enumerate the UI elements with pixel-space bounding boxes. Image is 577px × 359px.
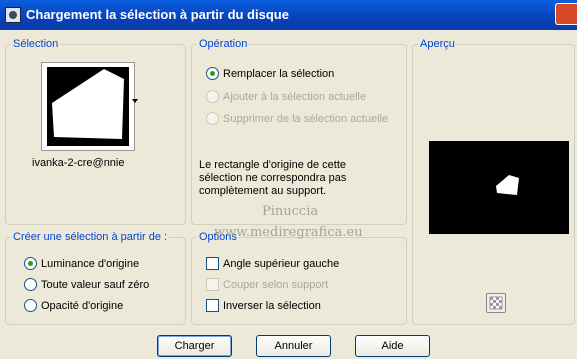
selection-filename: ivanka-2-cre@nnie [32, 157, 125, 169]
window-title: Chargement la sélection à partir du disq… [26, 7, 289, 22]
create-from-group: Créer une sélection à partir de : Lumina… [5, 231, 186, 325]
chevron-down-icon[interactable] [132, 99, 140, 105]
close-button[interactable] [555, 3, 577, 25]
operation-note: Le rectangle d'origine de cette sélectio… [199, 159, 347, 197]
preview-group-title: Aperçu [418, 38, 457, 51]
operation-group: Opération Remplacer la sélection Ajouter… [191, 38, 407, 225]
selection-group-title: Sélection [11, 38, 61, 51]
load-button[interactable]: Charger [157, 335, 232, 357]
checkerboard-icon [489, 296, 503, 310]
preview-canvas [429, 141, 569, 234]
operation-group-title: Opération [197, 38, 250, 51]
title-bar: Chargement la sélection à partir du disq… [0, 0, 577, 30]
selection-group: Sélection ivanka-2-cre@nnie [5, 38, 186, 225]
preview-group: Aperçu [412, 38, 575, 325]
help-button[interactable]: Aide [355, 335, 430, 357]
app-icon [5, 7, 21, 23]
transparency-toggle-button[interactable] [486, 293, 506, 313]
watermark-url: www.mediregrafica.eu [214, 225, 363, 240]
options-group: Options Angle supérieur gauche Couper se… [191, 231, 407, 325]
watermark-name: Pinuccia [262, 204, 319, 219]
cancel-button[interactable]: Annuler [256, 335, 331, 357]
create-from-group-title: Créer une sélection à partir de : [11, 231, 170, 244]
selection-thumbnail[interactable] [41, 62, 135, 151]
selection-shape-icon [47, 67, 129, 146]
